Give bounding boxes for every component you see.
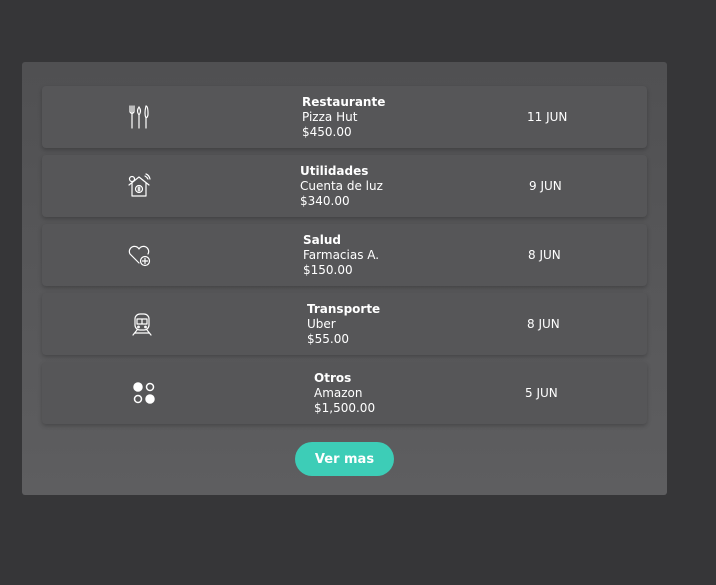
heart-plus-icon xyxy=(125,241,153,269)
ver-mas-button[interactable]: Ver mas xyxy=(295,442,394,476)
transaction-category: Restaurante xyxy=(302,95,386,109)
transaction-row-otros[interactable]: Otros Amazon $1,500.00 5 JUN xyxy=(42,362,647,424)
transaction-date: 8 JUN xyxy=(528,248,561,262)
transaction-merchant: Pizza Hut xyxy=(302,110,358,124)
transaction-merchant: Uber xyxy=(307,317,336,331)
transaction-category: Utilidades xyxy=(300,164,369,178)
transaction-merchant: Cuenta de luz xyxy=(300,179,383,193)
transaction-row-salud[interactable]: Salud Farmacias A. $150.00 8 JUN xyxy=(42,224,647,286)
transaction-merchant: Amazon xyxy=(314,386,363,400)
dots-grid-icon xyxy=(130,379,158,407)
transaction-row-utilidades[interactable]: Utilidades Cuenta de luz $340.00 9 JUN xyxy=(42,155,647,217)
transaction-row-restaurante[interactable]: Restaurante Pizza Hut $450.00 11 JUN xyxy=(42,86,647,148)
transaction-date: 5 JUN xyxy=(525,386,558,400)
transaction-category: Otros xyxy=(314,371,352,385)
transaction-amount: $340.00 xyxy=(300,194,350,208)
transaction-info: Otros Amazon $1,500.00 xyxy=(314,371,375,416)
house-bill-icon xyxy=(125,172,153,200)
transaction-category: Salud xyxy=(303,233,341,247)
transaction-row-transporte[interactable]: Transporte Uber $55.00 8 JUN xyxy=(42,293,647,355)
transaction-amount: $1,500.00 xyxy=(314,401,376,415)
transaction-amount: $150.00 xyxy=(303,263,353,277)
train-icon xyxy=(128,310,156,338)
transaction-date: 8 JUN xyxy=(527,317,560,331)
transaction-date: 9 JUN xyxy=(529,179,562,193)
transactions-list: Restaurante Pizza Hut $450.00 11 JUN Uti… xyxy=(42,86,647,431)
transaction-amount: $450.00 xyxy=(302,125,352,139)
transaction-amount: $55.00 xyxy=(307,332,349,346)
transaction-date: 11 JUN xyxy=(527,110,568,124)
transaction-info: Transporte Uber $55.00 xyxy=(307,302,380,347)
transaction-info: Utilidades Cuenta de luz $340.00 xyxy=(300,164,383,209)
transaction-category: Transporte xyxy=(307,302,381,316)
transaction-info: Salud Farmacias A. $150.00 xyxy=(303,233,379,278)
fork-knife-icon xyxy=(125,103,153,131)
transaction-info: Restaurante Pizza Hut $450.00 xyxy=(302,95,385,140)
transactions-panel: Restaurante Pizza Hut $450.00 11 JUN Uti… xyxy=(22,62,667,495)
transaction-merchant: Farmacias A. xyxy=(303,248,380,262)
